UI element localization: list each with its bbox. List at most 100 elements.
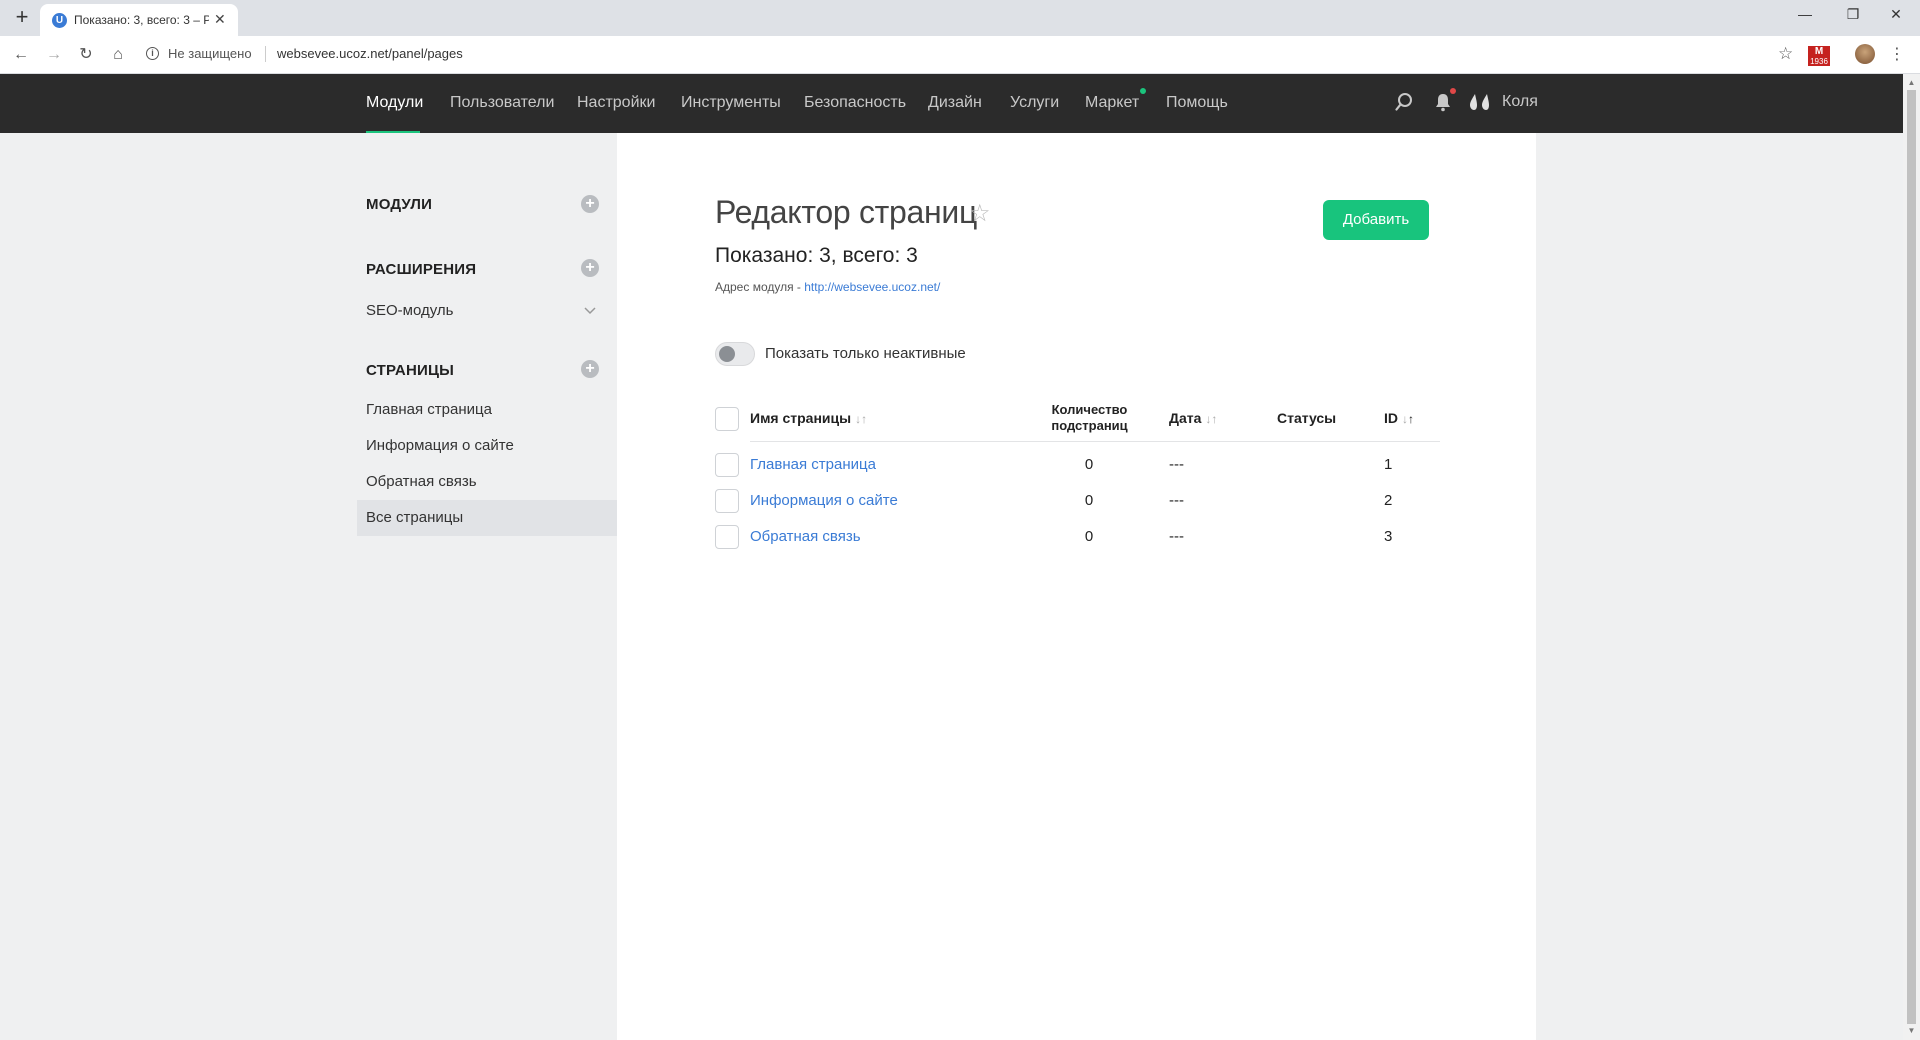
market-new-dot xyxy=(1140,88,1146,94)
favorite-star-icon[interactable]: ☆ xyxy=(969,199,991,228)
scroll-thumb[interactable] xyxy=(1907,90,1916,1024)
nav-services[interactable]: Услуги xyxy=(1010,94,1059,112)
info-icon[interactable]: i xyxy=(146,47,159,60)
nav-security[interactable]: Безопасность xyxy=(804,94,906,112)
sidebar-item-label: Информация о сайте xyxy=(366,437,514,454)
sidebar-item-feedback[interactable]: Обратная связь xyxy=(357,464,617,500)
sidebar-heading-pages[interactable]: СТРАНИЦЫ xyxy=(366,362,454,379)
notification-dot xyxy=(1450,88,1456,94)
browser-menu-icon[interactable]: ⋮ xyxy=(1889,44,1905,64)
top-navigation: Модули Пользователи Настройки Инструмент… xyxy=(0,74,1903,133)
page-name-link[interactable]: Обратная связь xyxy=(750,528,861,545)
subpages-count: 0 xyxy=(1084,528,1094,545)
new-tab-button[interactable]: + xyxy=(10,6,34,30)
sidebar-item-all-pages[interactable]: Все страницы xyxy=(357,500,617,536)
bookmark-star-icon[interactable]: ☆ xyxy=(1778,44,1793,64)
scroll-up-arrow-icon[interactable]: ▲ xyxy=(1907,78,1916,87)
nav-help[interactable]: Помощь xyxy=(1166,94,1228,112)
column-header-statuses: Статусы xyxy=(1277,410,1337,426)
favicon-icon: U xyxy=(52,13,67,28)
sidebar-item-label: Главная страница xyxy=(366,401,492,418)
security-label: Не защищено xyxy=(168,46,252,61)
main-content xyxy=(617,133,1536,1040)
url-text[interactable]: websevee.ucoz.net/panel/pages xyxy=(277,46,463,61)
nav-design[interactable]: Дизайн xyxy=(928,94,982,112)
sidebar-item-label: Все страницы xyxy=(366,509,464,526)
add-extension-plus-icon[interactable]: + xyxy=(581,259,599,277)
scroll-down-arrow-icon[interactable]: ▼ xyxy=(1907,1026,1916,1035)
home-icon[interactable]: ⌂ xyxy=(106,44,130,66)
column-header-label: Имя страницы xyxy=(750,410,852,426)
forward-icon[interactable]: → xyxy=(42,44,66,66)
add-page-plus-icon[interactable]: + xyxy=(581,360,599,378)
sidebar-item-site-info[interactable]: Информация о сайте xyxy=(357,428,617,464)
page-date: --- xyxy=(1169,492,1184,509)
page-scrollbar[interactable]: ▲ ▼ xyxy=(1903,74,1920,1040)
sidebar-heading-modules[interactable]: МОДУЛИ xyxy=(366,196,432,213)
column-header-name[interactable]: Имя страницы ↓↑ xyxy=(750,410,867,426)
page-title: Редактор страниц xyxy=(715,194,977,230)
sidebar-item-seo[interactable]: SEO-модуль xyxy=(357,293,617,329)
right-background xyxy=(1536,133,1903,1040)
table-header-divider xyxy=(750,441,1440,442)
tab-title: Показано: 3, всего: 3 – P xyxy=(74,13,209,27)
subpages-count: 0 xyxy=(1084,456,1094,473)
subpages-count: 0 xyxy=(1084,492,1094,509)
add-button[interactable]: Добавить xyxy=(1323,200,1429,240)
browser-toolbar: ← → ↻ ⌂ i Не защищено websevee.ucoz.net/… xyxy=(0,36,1920,74)
page-id: 2 xyxy=(1384,492,1393,509)
nav-tools[interactable]: Инструменты xyxy=(681,94,781,112)
minimize-icon[interactable]: — xyxy=(1790,6,1820,22)
sidebar-heading-extensions[interactable]: РАСШИРЕНИЯ xyxy=(366,261,476,278)
inactive-only-toggle[interactable] xyxy=(715,342,755,366)
nav-modules[interactable]: Модули xyxy=(366,94,423,112)
page-name-link[interactable]: Главная страница xyxy=(750,456,876,473)
reload-icon[interactable]: ↻ xyxy=(74,44,98,66)
column-header-date[interactable]: Дата ↓↑ xyxy=(1169,410,1217,426)
sidebar: МОДУЛИ + РАСШИРЕНИЯ + SEO-модуль СТРАНИЦ… xyxy=(0,133,617,1040)
username[interactable]: Коля xyxy=(1502,93,1538,111)
gmail-extension-icon[interactable]: M 1936 xyxy=(1808,46,1830,66)
restore-icon[interactable]: ❐ xyxy=(1838,6,1868,23)
bell-icon[interactable] xyxy=(1434,92,1452,112)
page-date: --- xyxy=(1169,528,1184,545)
browser-tab[interactable]: U Показано: 3, всего: 3 – P ✕ xyxy=(40,4,238,36)
sidebar-item-home-page[interactable]: Главная страница xyxy=(357,392,617,428)
add-module-plus-icon[interactable]: + xyxy=(581,195,599,213)
chevron-down-icon[interactable] xyxy=(584,305,596,317)
profile-avatar[interactable] xyxy=(1855,44,1875,64)
select-all-checkbox[interactable] xyxy=(715,407,739,431)
sort-arrows-icon[interactable]: ↓↑ xyxy=(1205,412,1217,426)
nav-settings[interactable]: Настройки xyxy=(577,94,655,112)
sidebar-item-label: SEO-модуль xyxy=(366,302,454,319)
page-id: 3 xyxy=(1384,528,1393,545)
tab-strip: + U Показано: 3, всего: 3 – P ✕ — ❐ ✕ xyxy=(0,0,1920,36)
drops-logo-icon xyxy=(1470,94,1489,110)
nav-market[interactable]: Маркет xyxy=(1085,94,1139,112)
browser-chrome: + U Показано: 3, всего: 3 – P ✕ — ❐ ✕ ← … xyxy=(0,0,1920,74)
row-checkbox[interactable] xyxy=(715,453,739,477)
column-header-label: ID xyxy=(1384,410,1398,426)
module-address: Адрес модуля - http://websevee.ucoz.net/ xyxy=(715,280,940,294)
search-icon[interactable] xyxy=(1395,92,1413,112)
close-window-icon[interactable]: ✕ xyxy=(1881,6,1911,23)
address-bar[interactable]: i Не защищено websevee.ucoz.net/panel/pa… xyxy=(138,40,1774,68)
shown-count: Показано: 3, всего: 3 xyxy=(715,244,918,267)
sort-arrows-icon[interactable]: ↓↑ xyxy=(855,412,867,426)
module-address-link[interactable]: http://websevee.ucoz.net/ xyxy=(804,280,940,294)
gmail-count: 1936 xyxy=(1808,57,1830,66)
nav-users[interactable]: Пользователи xyxy=(450,94,554,112)
sidebar-item-label: Обратная связь xyxy=(366,473,477,490)
back-icon[interactable]: ← xyxy=(9,44,33,66)
page-name-link[interactable]: Информация о сайте xyxy=(750,492,898,509)
close-tab-icon[interactable]: ✕ xyxy=(214,11,226,28)
row-checkbox[interactable] xyxy=(715,489,739,513)
row-checkbox[interactable] xyxy=(715,525,739,549)
column-header-id[interactable]: ID ↓↑ xyxy=(1384,410,1414,426)
sort-arrows-icon[interactable]: ↓↑ xyxy=(1402,412,1414,426)
column-header-label: Дата xyxy=(1169,410,1202,426)
page-id: 1 xyxy=(1384,456,1393,473)
toggle-label: Показать только неактивные xyxy=(765,345,966,362)
toggle-knob xyxy=(719,346,735,362)
module-address-label: Адрес модуля - xyxy=(715,280,805,294)
